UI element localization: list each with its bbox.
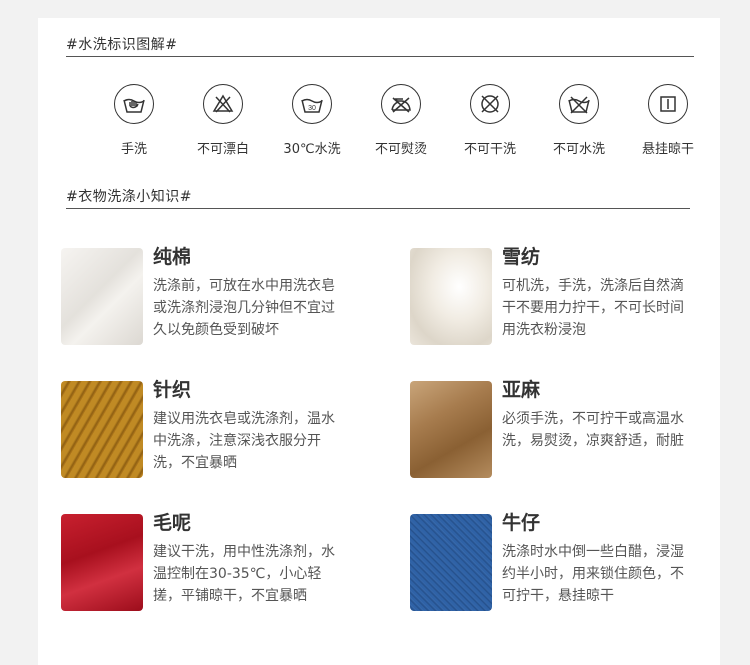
fabric-cotton: 纯棉 洗涤前，可放在水中用洗衣皂或洗涤剂浸泡几分钟但不宜过久以免颜色受到破坏: [61, 246, 361, 348]
fabric-linen: 亚麻 必须手洗，不可拧干或高温水洗，易熨烫，凉爽舒适，耐脏: [410, 379, 710, 481]
symbol-hand-wash: 手洗: [94, 84, 174, 157]
denim-swatch: [410, 514, 492, 611]
svg-text:30: 30: [308, 105, 316, 112]
fabric-desc: 洗涤前，可放在水中用洗衣皂或洗涤剂浸泡几分钟但不宜过久以免颜色受到破坏: [153, 278, 335, 338]
fabric-name: 毛呢: [153, 512, 192, 534]
fabric-name: 牛仔: [502, 512, 541, 534]
fabric-desc: 洗涤时水中倒一些白醋，浸湿约半小时，用来锁住颜色，不可拧干，悬挂晾干: [502, 544, 684, 604]
symbol-label: 不可漂白: [196, 142, 249, 157]
hand-wash-icon: [114, 84, 154, 124]
symbol-label: 不可熨烫: [374, 142, 427, 157]
symbol-no-water-wash: 不可水洗: [539, 84, 619, 157]
symbol-label: 悬挂晾干: [641, 142, 694, 157]
symbol-no-bleach: 不可漂白: [183, 84, 263, 157]
section-divider: [66, 56, 694, 57]
no-iron-icon: [381, 84, 421, 124]
no-bleach-icon: [203, 84, 243, 124]
cotton-swatch: [61, 248, 143, 345]
fabric-desc: 必须手洗，不可拧干或高温水洗，易熨烫，凉爽舒适，耐脏: [502, 411, 684, 449]
fabric-name: 雪纺: [502, 246, 541, 268]
fabric-desc: 建议干洗，用中性洗涤剂，水温控制在30-35℃，小心轻搓，平铺晾干，不宜暴晒: [153, 544, 335, 604]
symbol-wash-30: 30 30℃水洗: [272, 84, 352, 157]
fabric-desc: 建议用洗衣皂或洗涤剂，温水中洗涤，注意深浅衣服分开洗，不宜暴晒: [153, 411, 335, 471]
fabric-name: 针织: [153, 379, 192, 401]
linen-swatch: [410, 381, 492, 478]
fabric-name: 亚麻: [502, 379, 541, 401]
section-divider: [66, 208, 690, 209]
knit-swatch: [61, 381, 143, 478]
fabric-chiffon: 雪纺 可机洗，手洗，洗涤后自然滴干不要用力拧干，不可长时间用洗衣粉浸泡: [410, 246, 710, 348]
wash-symbols-title: #水洗标识图解#: [66, 37, 178, 53]
hang-dry-icon: [648, 84, 688, 124]
fabric-denim: 牛仔 洗涤时水中倒一些白醋，浸湿约半小时，用来锁住颜色，不可拧干，悬挂晾干: [410, 512, 710, 614]
care-tips-title: #衣物洗涤小知识#: [66, 189, 192, 205]
wash-symbols-row: 手洗 不可漂白 30 30℃水洗 不可熨烫 不可干洗 不可水洗 悬挂晾干: [94, 84, 694, 176]
symbol-no-iron: 不可熨烫: [361, 84, 441, 157]
symbol-label: 手洗: [120, 142, 147, 157]
no-water-wash-icon: [559, 84, 599, 124]
no-dry-clean-icon: [470, 84, 510, 124]
symbol-label: 不可干洗: [463, 142, 516, 157]
wash-30-icon: 30: [292, 84, 332, 124]
symbol-no-dry-clean: 不可干洗: [450, 84, 530, 157]
fabric-wool: 毛呢 建议干洗，用中性洗涤剂，水温控制在30-35℃，小心轻搓，平铺晾干，不宜暴…: [61, 512, 361, 614]
fabric-name: 纯棉: [153, 246, 192, 268]
fabric-desc: 可机洗，手洗，洗涤后自然滴干不要用力拧干，不可长时间用洗衣粉浸泡: [502, 278, 684, 338]
chiffon-swatch: [410, 248, 492, 345]
symbol-label: 不可水洗: [552, 142, 605, 157]
symbol-label: 30℃水洗: [283, 142, 341, 157]
wool-swatch: [61, 514, 143, 611]
content-card: #水洗标识图解# 手洗 不可漂白 30 30℃水洗 不可熨烫 不可干洗 不可水洗…: [38, 18, 720, 665]
fabric-knit: 针织 建议用洗衣皂或洗涤剂，温水中洗涤，注意深浅衣服分开洗，不宜暴晒: [61, 379, 361, 481]
symbol-hang-dry: 悬挂晾干: [628, 84, 708, 157]
